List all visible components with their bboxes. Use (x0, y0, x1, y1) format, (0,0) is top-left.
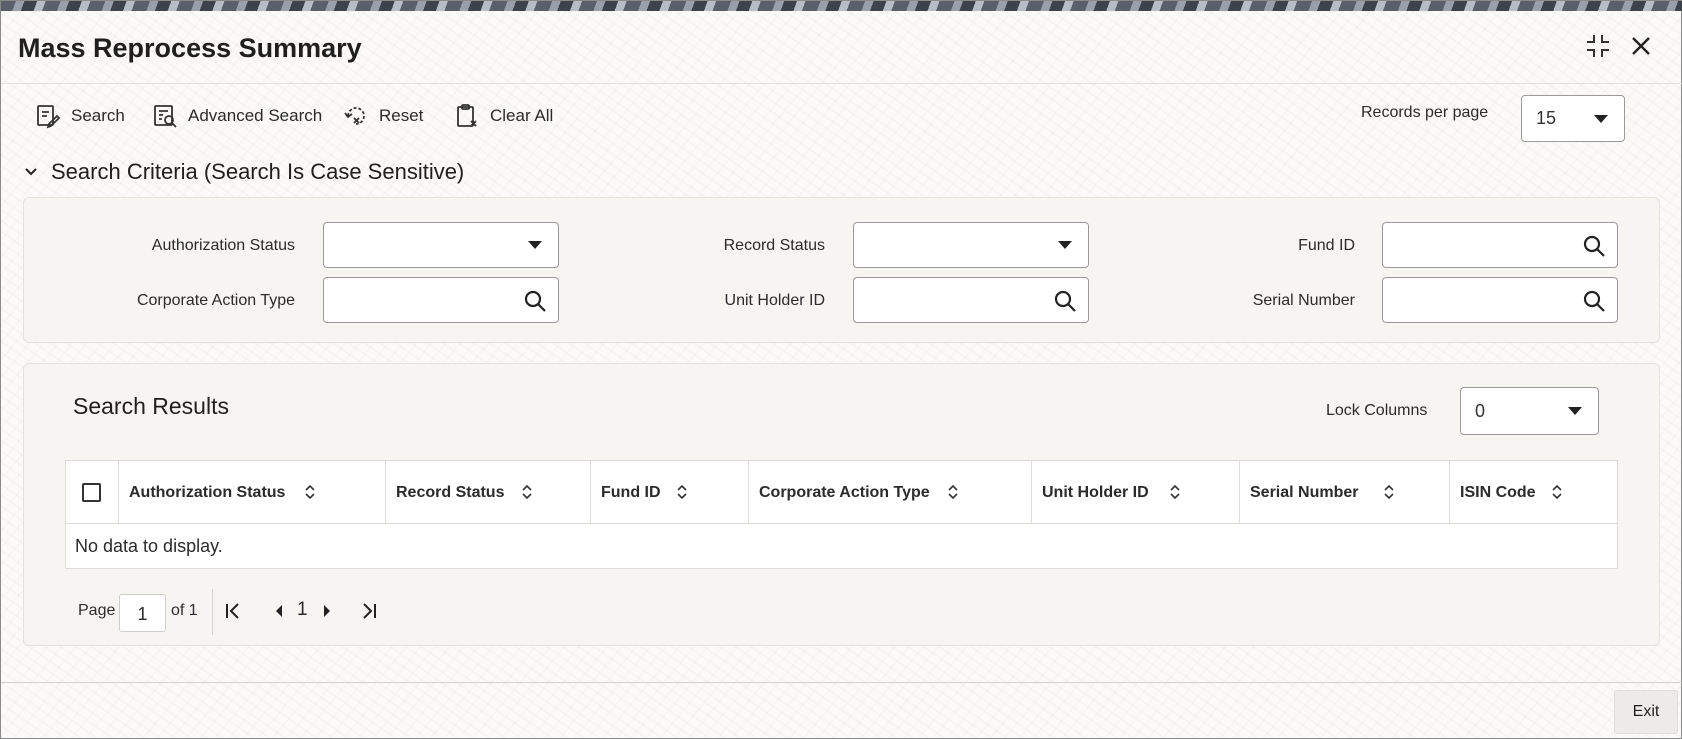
records-per-page-label: Records per page (1361, 104, 1489, 121)
chevron-down-icon (1594, 114, 1608, 123)
records-per-page-value: 15 (1536, 108, 1557, 128)
lock-columns-label: Lock Columns (1326, 402, 1428, 419)
close-icon[interactable] (1626, 31, 1656, 61)
header-banner-strip (1, 1, 1682, 11)
select-all-checkbox[interactable] (82, 483, 101, 502)
page-count-label: of 1 (171, 602, 198, 619)
sort-icon[interactable] (520, 482, 534, 502)
search-button-label: Search (71, 106, 125, 125)
clear-all-icon (457, 104, 477, 127)
search-criteria-toggle[interactable]: Search Criteria (Search Is Case Sensitiv… (23, 159, 464, 185)
last-page-icon[interactable] (357, 599, 381, 623)
unit-holder-id-field[interactable] (853, 277, 1089, 323)
search-button[interactable]: Search (35, 101, 125, 131)
page-number-input[interactable]: 1 (119, 594, 166, 632)
advanced-search-button[interactable]: Advanced Search (152, 101, 322, 131)
pager-divider (212, 589, 213, 635)
chevron-down-icon (1058, 241, 1072, 249)
column-header-isin-code[interactable]: ISIN Code (1450, 461, 1617, 524)
chevron-down-icon (25, 168, 37, 176)
lock-columns-select[interactable]: 0 (1460, 387, 1599, 435)
serial-number-field[interactable] (1382, 277, 1618, 323)
column-header-record-status[interactable]: Record Status (386, 461, 591, 524)
column-header-fund-id[interactable]: Fund ID (591, 461, 749, 524)
next-page-icon[interactable] (315, 599, 339, 623)
corporate-action-type-label: Corporate Action Type (136, 292, 295, 309)
search-icon[interactable] (1052, 288, 1078, 314)
reset-icon (344, 107, 365, 125)
title-divider (1, 83, 1682, 84)
records-per-page-select[interactable]: 15 (1521, 95, 1625, 142)
lock-columns-value: 0 (1475, 400, 1486, 421)
maximize-icon[interactable] (1583, 31, 1613, 61)
search-results-heading: Search Results (73, 393, 229, 419)
reset-label: Reset (379, 106, 424, 125)
sort-icon[interactable] (675, 482, 689, 502)
sort-icon[interactable] (1382, 482, 1396, 502)
search-icon[interactable] (1581, 233, 1607, 259)
fund-id-field[interactable] (1382, 222, 1618, 268)
serial-number-label: Serial Number (1252, 292, 1355, 309)
column-header-authorization-status[interactable]: Authorization Status (119, 461, 386, 524)
record-status-select[interactable] (853, 222, 1089, 268)
table-header: Authorization Status Record Status Fund … (66, 461, 1617, 524)
fund-id-label: Fund ID (1298, 237, 1355, 254)
previous-page-icon[interactable] (267, 599, 291, 623)
sort-icon[interactable] (1550, 482, 1564, 502)
search-icon[interactable] (522, 288, 548, 314)
results-table: Authorization Status Record Status Fund … (65, 460, 1618, 569)
first-page-icon[interactable] (221, 599, 245, 623)
sort-icon[interactable] (1168, 482, 1182, 502)
authorization-status-label: Authorization Status (151, 237, 295, 254)
page-label: Page (78, 602, 116, 619)
search-criteria-heading: Search Criteria (Search Is Case Sensitiv… (51, 159, 465, 184)
corporate-action-type-field[interactable] (323, 277, 559, 323)
sort-icon[interactable] (303, 482, 317, 502)
search-icon[interactable] (1581, 288, 1607, 314)
footer-divider (1, 682, 1682, 683)
search-form-icon (37, 105, 61, 129)
column-header-serial-number[interactable]: Serial Number (1240, 461, 1450, 524)
advanced-search-label: Advanced Search (188, 106, 323, 125)
empty-table-message: No data to display. (75, 536, 223, 556)
column-header-unit-holder-id[interactable]: Unit Holder ID (1032, 461, 1240, 524)
authorization-status-select[interactable] (323, 222, 559, 268)
clear-all-label: Clear All (490, 106, 554, 125)
page-title: Mass Reprocess Summary (18, 33, 362, 63)
chevron-down-icon (528, 241, 542, 249)
select-all-cell (66, 461, 119, 524)
exit-button[interactable]: Exit (1614, 690, 1678, 734)
sort-icon[interactable] (946, 482, 960, 502)
column-header-corporate-action-type[interactable]: Corporate Action Type (749, 461, 1032, 524)
clear-all-button[interactable]: Clear All (454, 101, 553, 131)
record-status-label: Record Status (723, 237, 825, 254)
window-frame: Mass Reprocess Summary Search Advanced S… (0, 0, 1682, 739)
advanced-search-icon (154, 105, 177, 128)
current-page-number: 1 (297, 599, 308, 620)
reset-button[interactable]: Reset (343, 101, 423, 131)
unit-holder-id-label: Unit Holder ID (724, 292, 825, 309)
chevron-down-icon (1568, 407, 1582, 415)
